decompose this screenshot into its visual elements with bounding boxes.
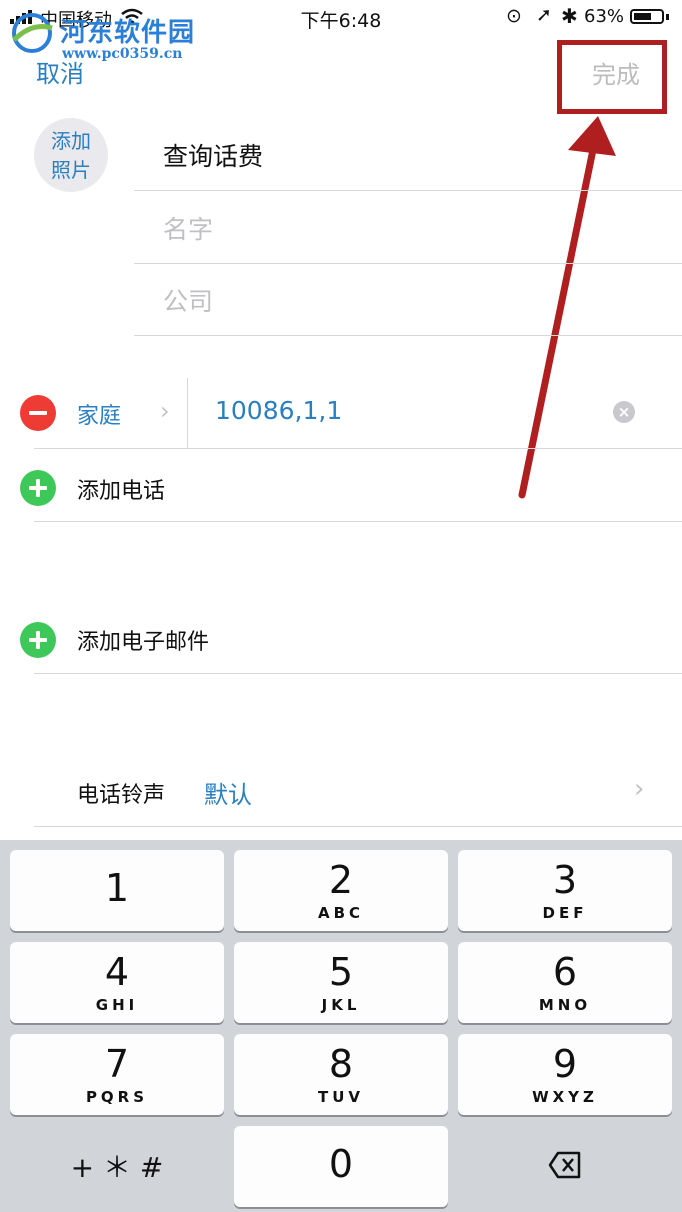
bluetooth-icon: ✱ xyxy=(561,4,578,28)
key-3[interactable]: 3 DEF xyxy=(458,850,672,931)
chevron-right-icon[interactable]: › xyxy=(634,774,644,804)
ringtone-value[interactable]: 默认 xyxy=(204,775,252,810)
rotation-lock-icon: ⊙ xyxy=(506,5,522,27)
key-8[interactable]: 8 TUV xyxy=(234,1034,448,1115)
add-photo-label-2: 照片 xyxy=(51,158,91,182)
name-field[interactable]: 名字 xyxy=(163,210,213,246)
divider xyxy=(34,521,682,522)
key-5[interactable]: 5 JKL xyxy=(234,942,448,1023)
ringtone-label: 电话铃声 xyxy=(77,783,166,808)
divider xyxy=(34,673,682,674)
divider xyxy=(34,826,682,827)
key-4[interactable]: 4 GHI xyxy=(10,942,224,1023)
company-field[interactable]: 公司 xyxy=(163,282,213,318)
divider xyxy=(34,448,682,449)
add-email-icon[interactable] xyxy=(20,622,56,658)
symbols-key[interactable]: + ＊ # xyxy=(10,1126,224,1207)
phone-label-selector[interactable]: 家庭 xyxy=(77,398,121,430)
key-9[interactable]: 9 WXYZ xyxy=(458,1034,672,1115)
add-photo-label: 添加 xyxy=(51,129,91,153)
backspace-icon xyxy=(548,1151,581,1179)
divider xyxy=(134,335,682,336)
clear-icon[interactable]: × xyxy=(613,401,635,423)
divider xyxy=(134,263,682,264)
add-phone-button[interactable]: 添加电话 xyxy=(77,473,165,505)
key-1[interactable]: 1 xyxy=(10,850,224,931)
battery-percent: 63% xyxy=(584,6,625,27)
add-email-button[interactable]: 添加电子邮件 xyxy=(77,624,209,656)
phone-number-field[interactable]: 10086,1,1 xyxy=(215,396,342,425)
watermark-title: 河东软件园 xyxy=(60,18,196,48)
first-name-field[interactable]: 查询话费 xyxy=(163,137,263,173)
divider xyxy=(134,190,682,191)
location-icon: ➚ xyxy=(536,4,552,26)
add-phone-icon[interactable] xyxy=(20,470,56,506)
key-2[interactable]: 2 ABC xyxy=(234,850,448,931)
numeric-keypad: 1 2 ABC 3 DEF 4 GHI 5 JKL 6 MNO 7 PQRS 8… xyxy=(0,840,682,1212)
annotation-highlight-box xyxy=(557,40,667,114)
key-0[interactable]: 0 xyxy=(234,1126,448,1207)
cancel-button[interactable]: 取消 xyxy=(36,54,84,89)
remove-phone-button[interactable] xyxy=(20,395,56,431)
annotation-arrow xyxy=(518,116,616,499)
watermark-logo-icon xyxy=(12,13,53,53)
key-6[interactable]: 6 MNO xyxy=(458,942,672,1023)
key-7[interactable]: 7 PQRS xyxy=(10,1034,224,1115)
delete-key[interactable] xyxy=(458,1126,672,1207)
battery-icon xyxy=(630,9,669,24)
add-photo-button[interactable]: 添加 照片 xyxy=(34,118,108,192)
vertical-divider xyxy=(187,378,188,448)
chevron-right-icon: › xyxy=(160,397,170,425)
